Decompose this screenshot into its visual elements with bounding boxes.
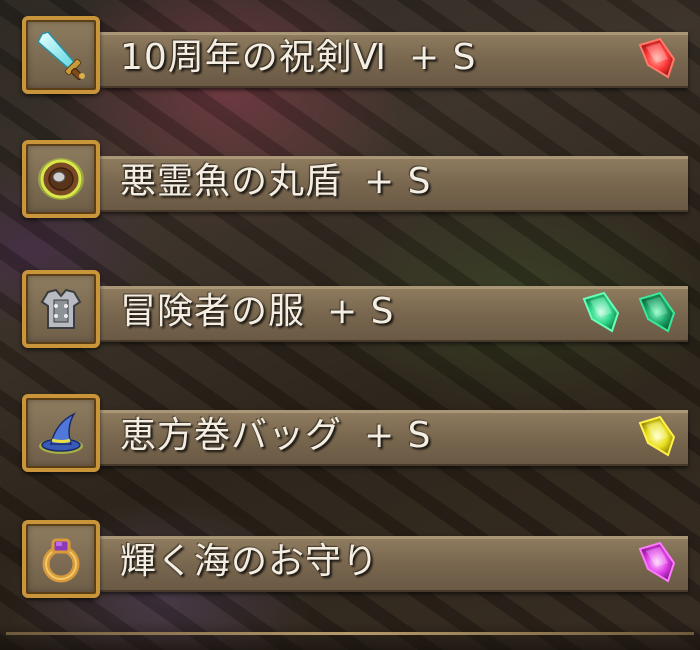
item-icon-frame[interactable] (22, 394, 100, 472)
equipment-row-bag[interactable]: 恵方巻バッグ + S (22, 394, 690, 478)
gem-slots (578, 290, 680, 334)
upgrade-suffix: + S (409, 37, 477, 78)
item-name: 恵方巻バッグ + S (120, 415, 432, 456)
sword-icon (37, 31, 85, 81)
equipment-row-armor[interactable]: 冒険者の服 + S (22, 270, 690, 354)
item-name: 冒険者の服 + S (120, 291, 395, 332)
equipment-list: 10周年の祝剣Ⅵ + S 悪霊魚の丸盾 + S 冒険者の服 + S 恵方巻バッグ… (0, 0, 700, 650)
gem-slots (634, 36, 680, 80)
upgrade-suffix: + S (327, 291, 395, 332)
gem-slots (634, 540, 680, 584)
gem-slots (634, 414, 680, 458)
upgrade-suffix: + S (364, 161, 432, 202)
item-icon-frame[interactable] (22, 270, 100, 348)
item-icon-frame[interactable] (22, 140, 100, 218)
item-icon-frame[interactable] (22, 16, 100, 94)
item-name: 悪霊魚の丸盾 + S (120, 161, 432, 202)
round-shield-icon (38, 158, 84, 200)
yellow-gem-icon[interactable] (634, 413, 680, 459)
panel-bottom-border (0, 622, 700, 650)
wizard-hat-icon (39, 412, 83, 454)
upgrade-suffix: + S (364, 415, 432, 456)
item-name: 輝く海のお守り (120, 541, 380, 582)
ring-icon (42, 538, 80, 583)
item-name: 10周年の祝剣Ⅵ + S (120, 37, 477, 78)
equipment-row-accessory[interactable]: 輝く海のお守り (22, 520, 690, 604)
purple-gem-icon[interactable] (634, 539, 680, 585)
equipment-row-shield[interactable]: 悪霊魚の丸盾 + S (22, 140, 690, 224)
equipment-row-weapon[interactable]: 10周年の祝剣Ⅵ + S (22, 16, 690, 100)
dark-green-gem-icon[interactable] (634, 289, 680, 335)
item-icon-frame[interactable] (22, 520, 100, 598)
armor-icon (40, 288, 82, 329)
red-gem-icon[interactable] (634, 35, 680, 81)
green-gem-icon[interactable] (578, 289, 624, 335)
